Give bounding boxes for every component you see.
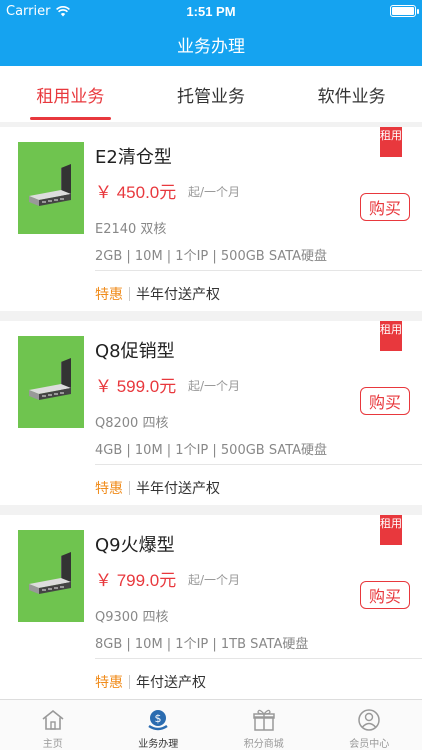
segment-tabs: 租用业务 托管业务 软件业务 — [0, 66, 422, 122]
promo-label: 特惠 — [95, 675, 123, 691]
gift-icon — [253, 709, 275, 731]
product-specs: 2GB | 10M | 1个IP | 500GB SATA硬盘 — [95, 249, 328, 264]
tab-rental[interactable]: 租用业务 — [0, 66, 141, 122]
server-icon — [29, 552, 71, 594]
promo-label: 特惠 — [95, 481, 123, 497]
carrier-label: Carrier — [6, 3, 51, 19]
user-icon — [358, 709, 380, 731]
tab-home-label: 主页 — [42, 739, 63, 750]
product-thumbnail — [18, 336, 84, 428]
rent-tag: 租用 — [380, 127, 402, 157]
promo-text: 半年付送产权 — [136, 481, 220, 497]
promo-row: 特惠 年付送产权 — [95, 672, 206, 692]
divider — [95, 270, 422, 271]
product-specs: 4GB | 10M | 1个IP | 500GB SATA硬盘 — [95, 443, 328, 458]
product-price: ￥ 799.0元 — [95, 571, 177, 590]
status-time: 1:51 PM — [186, 3, 236, 19]
tab-points-mall-label: 积分商城 — [243, 739, 284, 750]
svg-text:$: $ — [155, 712, 162, 725]
money-bag-icon: $ — [148, 710, 168, 731]
promo-separator — [129, 675, 130, 689]
product-thumbnail — [18, 530, 84, 622]
wifi-icon — [56, 5, 71, 16]
status-bar: Carrier 1:51 PM — [0, 0, 422, 22]
product-cpu: Q9300 四核 — [95, 610, 169, 625]
promo-text: 半年付送产权 — [136, 287, 220, 303]
product-price: ￥ 599.0元 — [95, 377, 177, 396]
promo-label: 特惠 — [95, 287, 123, 303]
promo-separator — [129, 481, 130, 495]
product-list: 租用 E2清仓型 ￥ 450.0元 起/一个月 购买 E2140 双核 2GB … — [0, 127, 422, 709]
tab-business[interactable]: $ 业务办理 — [106, 700, 212, 750]
product-name: Q9火爆型 — [95, 535, 175, 556]
tab-member-center[interactable]: 会员中心 — [317, 700, 422, 750]
buy-button[interactable]: 购买 — [360, 387, 410, 415]
buy-button[interactable]: 购买 — [360, 193, 410, 221]
server-icon — [29, 164, 71, 206]
page-title: 业务办理 — [177, 36, 245, 57]
tab-hosting[interactable]: 托管业务 — [141, 66, 282, 122]
product-card[interactable]: 租用 Q8促销型 ￥ 599.0元 起/一个月 购买 Q8200 四核 4GB … — [0, 321, 422, 505]
tab-member-center-label: 会员中心 — [349, 739, 390, 750]
product-price: ￥ 450.0元 — [95, 183, 177, 202]
product-cpu: Q8200 四核 — [95, 416, 169, 431]
status-right — [276, 5, 419, 17]
tab-business-label: 业务办理 — [138, 739, 179, 750]
product-card[interactable]: 租用 Q9火爆型 ￥ 799.0元 起/一个月 购买 Q9300 四核 8GB … — [0, 515, 422, 699]
nav-bar: 业务办理 — [0, 22, 422, 66]
product-cpu: E2140 双核 — [95, 222, 167, 237]
server-icon — [29, 358, 71, 400]
tab-label: 软件业务 — [317, 86, 386, 107]
promo-separator — [129, 287, 130, 301]
price-unit: 起/一个月 — [188, 185, 241, 199]
tab-points-mall[interactable]: 积分商城 — [211, 700, 317, 750]
product-name: E2清仓型 — [95, 147, 172, 168]
tab-label: 租用业务 — [36, 86, 105, 107]
promo-row: 特惠 半年付送产权 — [95, 478, 220, 498]
status-left: Carrier — [6, 4, 146, 19]
product-name: Q8促销型 — [95, 341, 175, 362]
price-unit: 起/一个月 — [188, 379, 241, 393]
battery-icon — [390, 5, 419, 17]
price-unit: 起/一个月 — [188, 573, 241, 587]
divider — [95, 658, 422, 659]
product-specs: 8GB | 10M | 1个IP | 1TB SATA硬盘 — [95, 637, 309, 652]
rent-tag: 租用 — [380, 515, 402, 545]
divider — [95, 464, 422, 465]
buy-button[interactable]: 购买 — [360, 581, 410, 609]
tab-label: 托管业务 — [177, 86, 245, 107]
product-card[interactable]: 租用 E2清仓型 ￥ 450.0元 起/一个月 购买 E2140 双核 2GB … — [0, 127, 422, 311]
promo-row: 特惠 半年付送产权 — [95, 284, 220, 304]
bottom-tab-bar: 主页 $ 业务办理 积分商城 会员中心 — [0, 699, 422, 750]
promo-text: 年付送产权 — [136, 675, 206, 691]
home-icon — [42, 709, 64, 730]
tab-home[interactable]: 主页 — [0, 700, 106, 750]
tab-software[interactable]: 软件业务 — [281, 66, 422, 122]
rent-tag: 租用 — [380, 321, 402, 351]
product-thumbnail — [18, 142, 84, 234]
